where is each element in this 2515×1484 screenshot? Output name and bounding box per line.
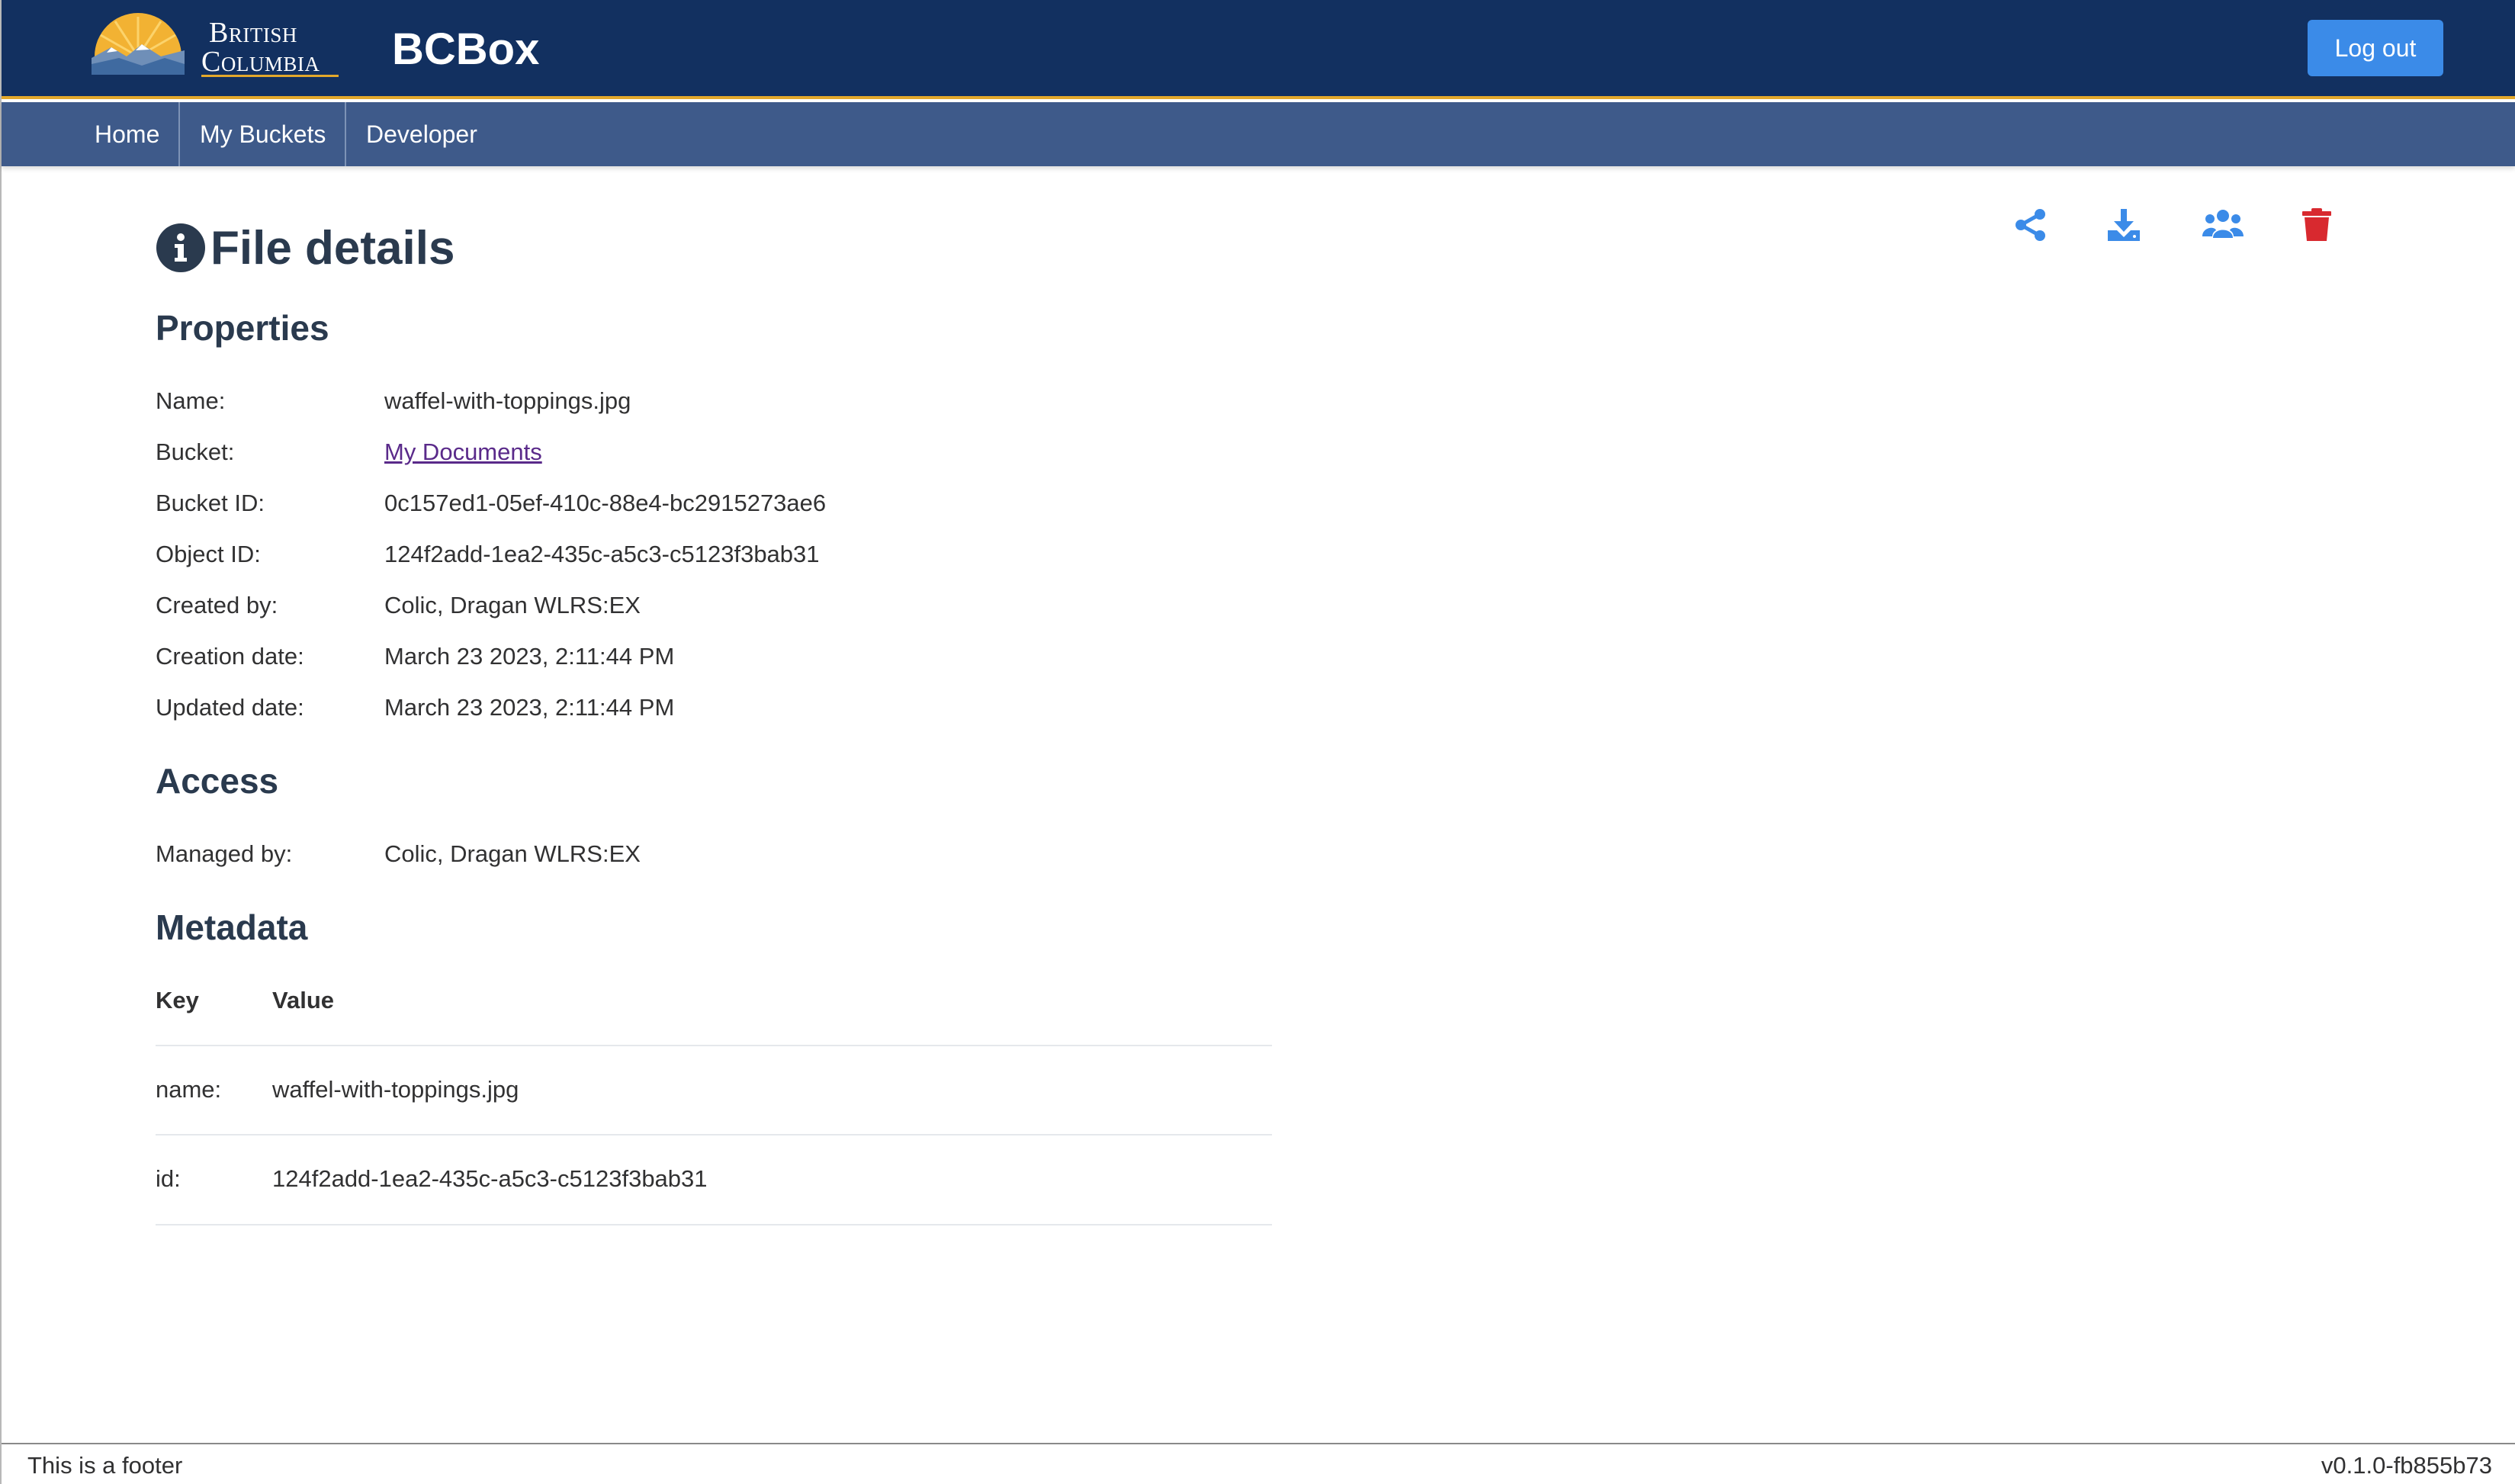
app-root: British Columbia BCBox Log out Home My B… bbox=[0, 0, 2515, 1484]
name-value: waffel-with-toppings.jpg bbox=[384, 387, 631, 414]
bc-gov-logo[interactable]: British Columbia bbox=[88, 11, 340, 79]
logo-underline bbox=[201, 75, 339, 77]
page-footer: This is a footer v0.1.0-fb855b73 bbox=[2, 1443, 2515, 1484]
table-divider bbox=[156, 1134, 1272, 1135]
nav-item-my-buckets[interactable]: My Buckets bbox=[181, 102, 344, 166]
properties-heading: Properties bbox=[156, 308, 329, 348]
metadata-heading: Metadata bbox=[156, 907, 308, 947]
metadata-row-key: name: bbox=[156, 1076, 222, 1103]
nav-divider bbox=[345, 102, 346, 166]
footer-version: v0.1.0-fb855b73 bbox=[2321, 1452, 2492, 1479]
managed-by-value: Colic, Dragan WLRS:EX bbox=[384, 840, 641, 867]
logout-button[interactable]: Log out bbox=[2308, 20, 2443, 76]
table-divider bbox=[156, 1045, 1272, 1046]
table-divider bbox=[156, 1224, 1272, 1225]
updated-date-value: March 23 2023, 2:11:44 PM bbox=[384, 694, 675, 721]
creation-date-label: Creation date: bbox=[156, 643, 304, 670]
page-title: File details bbox=[210, 222, 455, 275]
top-header: British Columbia BCBox Log out bbox=[2, 0, 2515, 99]
metadata-row-value: 124f2add-1ea2-435c-a5c3-c5123f3bab31 bbox=[272, 1165, 708, 1192]
nav-item-developer[interactable]: Developer bbox=[348, 102, 496, 166]
created-by-value: Colic, Dragan WLRS:EX bbox=[384, 592, 641, 618]
metadata-col-value: Value bbox=[272, 987, 334, 1013]
metadata-col-key: Key bbox=[156, 987, 199, 1013]
trash-icon[interactable] bbox=[2301, 207, 2332, 243]
metadata-row-value: waffel-with-toppings.jpg bbox=[272, 1076, 519, 1103]
share-icon[interactable] bbox=[2013, 207, 2048, 243]
nav-divider bbox=[178, 102, 180, 166]
object-id-value: 124f2add-1ea2-435c-a5c3-c5123f3bab31 bbox=[384, 541, 820, 567]
logo-wordmark: British Columbia bbox=[201, 17, 320, 76]
sun-mountain-icon bbox=[92, 13, 185, 75]
nav-item-home[interactable]: Home bbox=[76, 102, 178, 166]
bucket-label: Bucket: bbox=[156, 438, 235, 465]
logo-line1: British bbox=[209, 17, 297, 49]
bucket-link[interactable]: My Documents bbox=[384, 437, 542, 467]
main-nav: Home My Buckets Developer bbox=[2, 102, 2515, 166]
name-label: Name: bbox=[156, 387, 226, 414]
object-id-label: Object ID: bbox=[156, 541, 261, 567]
creation-date-value: March 23 2023, 2:11:44 PM bbox=[384, 643, 675, 670]
info-circle-icon bbox=[156, 223, 205, 272]
bucket-id-label: Bucket ID: bbox=[156, 490, 265, 516]
footer-text: This is a footer bbox=[27, 1452, 183, 1479]
app-title[interactable]: BCBox bbox=[392, 23, 539, 76]
users-permissions-icon[interactable] bbox=[2202, 207, 2244, 243]
created-by-label: Created by: bbox=[156, 592, 278, 618]
access-heading: Access bbox=[156, 761, 279, 801]
logo-line2: Columbia bbox=[201, 46, 320, 78]
managed-by-label: Managed by: bbox=[156, 840, 293, 867]
updated-date-label: Updated date: bbox=[156, 694, 304, 721]
download-icon[interactable] bbox=[2106, 207, 2141, 243]
metadata-row-key: id: bbox=[156, 1165, 181, 1192]
bucket-id-value: 0c157ed1-05ef-410c-88e4-bc2915273ae6 bbox=[384, 490, 827, 516]
